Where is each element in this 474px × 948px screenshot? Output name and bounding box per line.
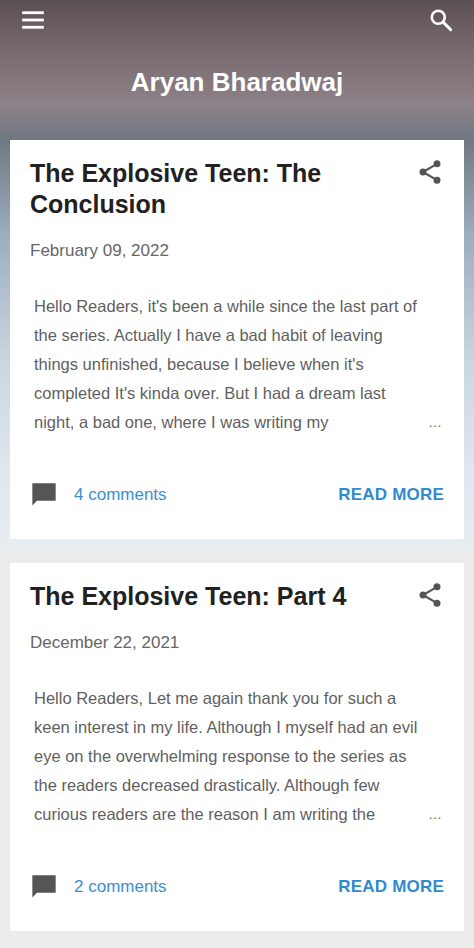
read-more-link[interactable]: READ MORE — [338, 485, 444, 505]
post-footer: 4 comments READ MORE — [30, 481, 444, 539]
post-card: The Explosive Teen: Part 4 December 22, 2… — [10, 563, 464, 931]
snippet-ellipsis: … — [428, 800, 444, 829]
post-excerpt: Hello Readers, it's been a while since t… — [30, 292, 422, 437]
search-icon[interactable] — [428, 7, 454, 33]
read-more-link[interactable]: READ MORE — [338, 877, 444, 897]
comment-icon[interactable] — [30, 481, 58, 509]
share-icon[interactable] — [416, 581, 444, 609]
blog-header: Aryan Bharadwaj — [0, 0, 474, 140]
comments-count[interactable]: 4 comments — [74, 485, 167, 505]
post-snippet: Hello Readers, Let me again thank you fo… — [30, 684, 444, 829]
post-title[interactable]: The Explosive Teen: Part 4 — [30, 581, 404, 612]
post-card: The Explosive Teen: The Conclusion Februa… — [10, 140, 464, 539]
menu-icon[interactable] — [20, 7, 46, 33]
post-title-row: The Explosive Teen: Part 4 — [30, 581, 444, 612]
post-date: February 09, 2022 — [30, 240, 444, 262]
comments-link[interactable]: 4 comments — [30, 481, 167, 509]
comment-icon[interactable] — [30, 873, 58, 901]
post-title-row: The Explosive Teen: The Conclusion — [30, 158, 444, 220]
header-toolbar — [20, 0, 454, 32]
blog-title[interactable]: Aryan Bharadwaj — [20, 66, 454, 98]
comments-count[interactable]: 2 comments — [74, 877, 167, 897]
post-snippet: Hello Readers, it's been a while since t… — [30, 292, 444, 437]
post-date: December 22, 2021 — [30, 632, 444, 654]
post-excerpt: Hello Readers, Let me again thank you fo… — [30, 684, 422, 829]
post-footer: 2 comments READ MORE — [30, 873, 444, 931]
comments-link[interactable]: 2 comments — [30, 873, 167, 901]
snippet-ellipsis: … — [428, 408, 444, 437]
post-title[interactable]: The Explosive Teen: The Conclusion — [30, 158, 404, 220]
share-icon[interactable] — [416, 158, 444, 186]
